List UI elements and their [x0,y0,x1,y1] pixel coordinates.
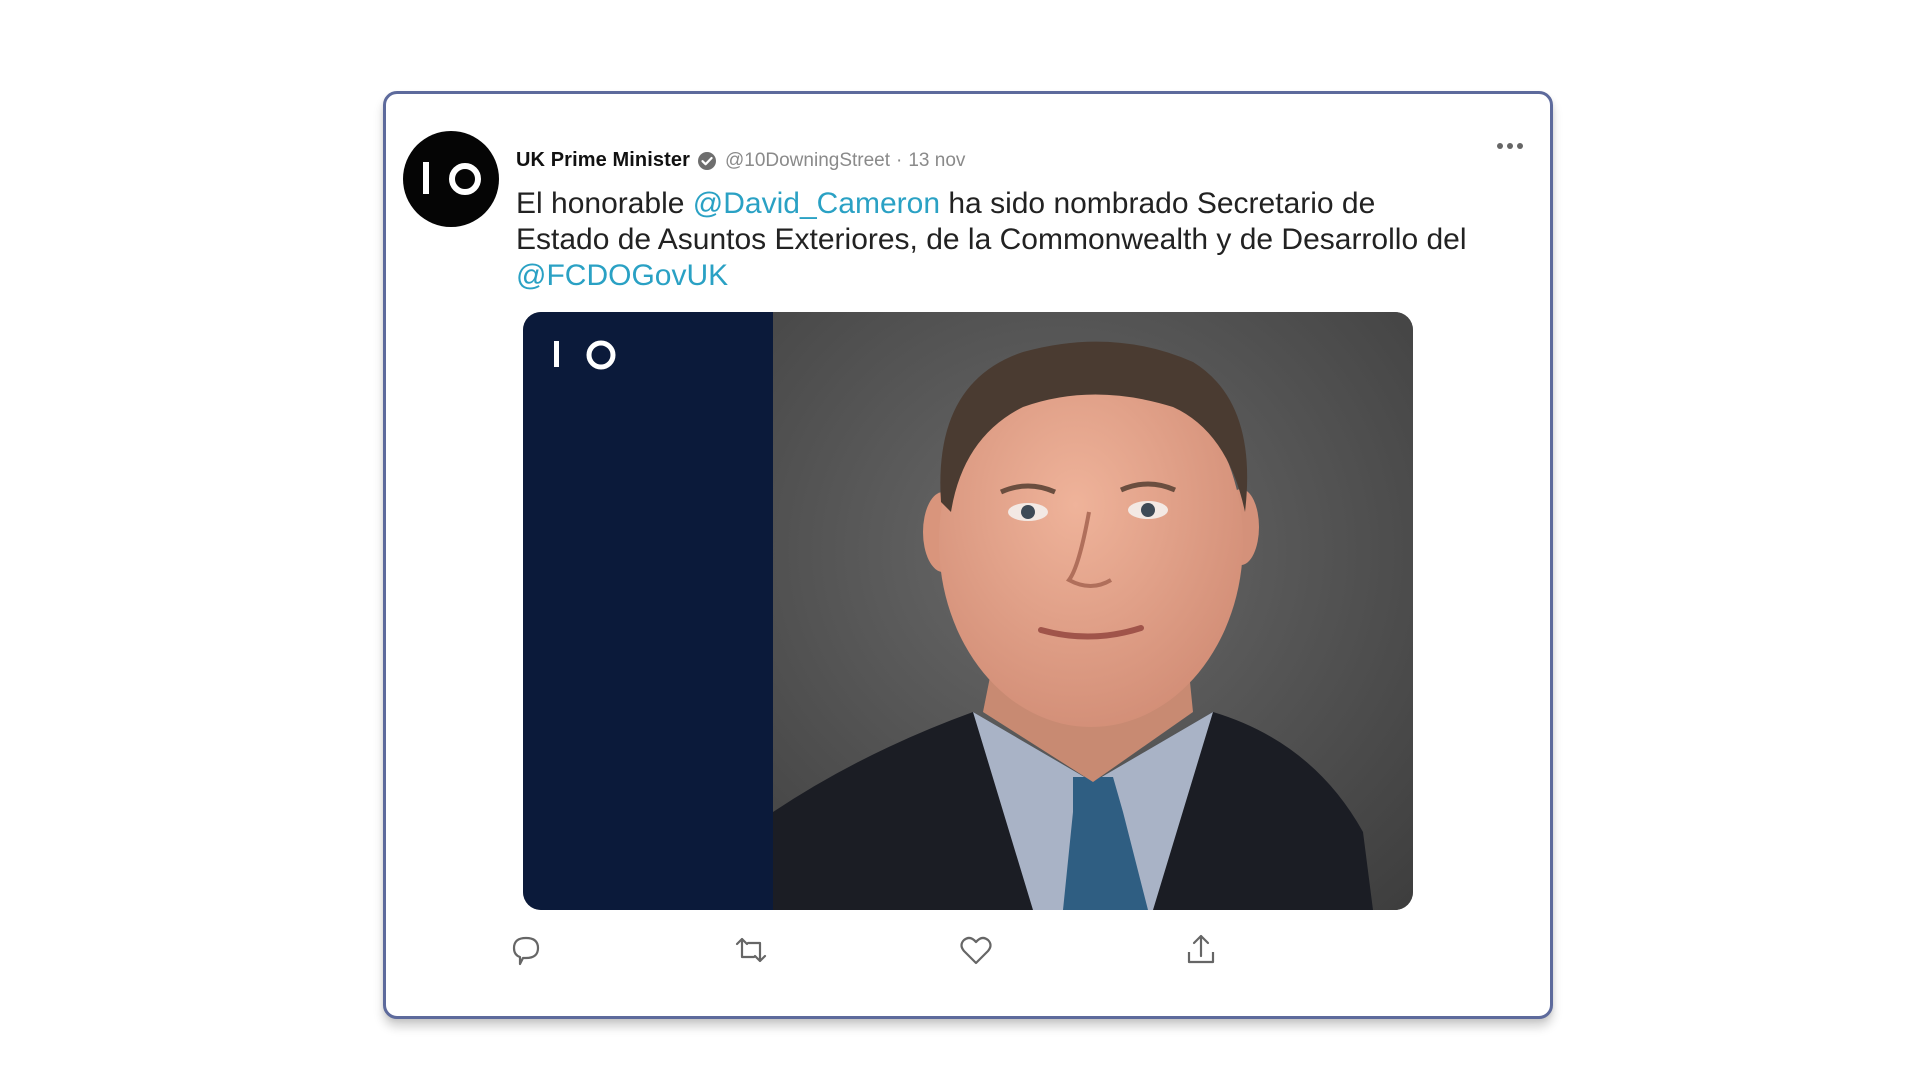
reply-button[interactable] [506,930,546,970]
tweet-actions [506,930,1466,970]
like-button[interactable] [956,930,996,970]
mention-link-fcdogovuk[interactable]: @FCDOGovUK [516,259,728,292]
user-handle[interactable]: @10DowningStreet [725,150,890,172]
retweet-button[interactable] [731,930,771,970]
share-button[interactable] [1181,930,1221,970]
more-options-icon [1497,143,1523,149]
tweet-text-part: El honorable [516,187,693,220]
display-name[interactable]: UK Prime Minister [516,149,690,172]
reply-icon [512,936,540,966]
portrait-photo [773,312,1413,910]
mention-link-david-cameron[interactable]: @David_Cameron [693,187,940,220]
share-icon [1187,934,1215,964]
tweet-date[interactable]: 13 nov [908,150,965,172]
more-options-button[interactable] [1492,134,1528,158]
tweet-media-image[interactable] [523,312,1413,910]
media-brand-panel [523,312,773,910]
tweet-card: UK Prime Minister @10DowningStreet · 13 … [383,91,1553,1019]
retweet-icon [735,937,767,963]
tweet-text: El honorable @David_Cameron ha sido nomb… [516,186,1476,294]
avatar[interactable] [403,131,499,227]
tweet-header: UK Prime Minister @10DowningStreet · 13 … [516,149,965,172]
like-icon [960,936,992,965]
verified-badge-icon [697,151,717,171]
ten-logo-icon [554,340,616,370]
separator-dot: · [896,149,903,171]
ten-logo-icon [423,162,481,195]
